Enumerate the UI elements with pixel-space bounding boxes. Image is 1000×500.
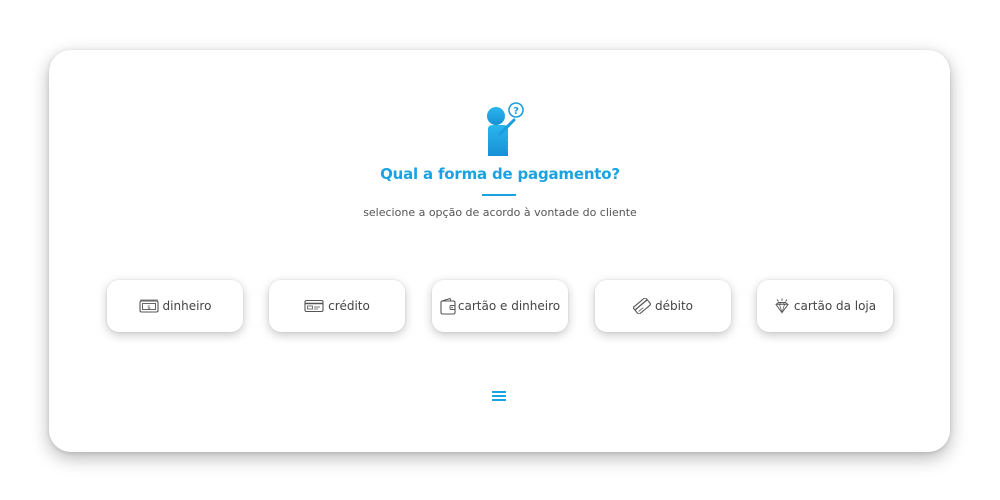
option-debit-label: débito: [655, 299, 693, 313]
option-credit-label: crédito: [328, 299, 370, 313]
option-debit-button[interactable]: débito: [595, 280, 731, 332]
cash-icon: $: [138, 299, 159, 313]
diamond-icon: [774, 298, 790, 314]
wallet-icon: [440, 297, 456, 315]
svg-text:?: ?: [513, 106, 519, 117]
title-underline: [482, 194, 516, 196]
hamburger-menu-icon[interactable]: [491, 389, 507, 403]
page-subtitle: selecione a opção de acordo à vontade do…: [363, 206, 637, 219]
option-store-card-label: cartão da loja: [793, 299, 877, 313]
page-title: Qual a forma de pagamento?: [380, 165, 620, 183]
option-card-and-cash-label: cartão e dinheiro: [457, 299, 561, 313]
option-cash-label: dinheiro: [162, 299, 212, 313]
person-question-icon: ?: [487, 102, 524, 156]
option-card-and-cash-button[interactable]: cartão e dinheiro: [432, 280, 568, 332]
svg-text:$: $: [147, 305, 151, 311]
option-cash-button[interactable]: $ dinheiro: [107, 280, 243, 332]
option-credit-button[interactable]: crédito: [269, 280, 405, 332]
option-store-card-button[interactable]: cartão da loja: [757, 280, 893, 332]
credit-card-icon: [304, 299, 324, 313]
debit-card-icon: [633, 298, 651, 314]
